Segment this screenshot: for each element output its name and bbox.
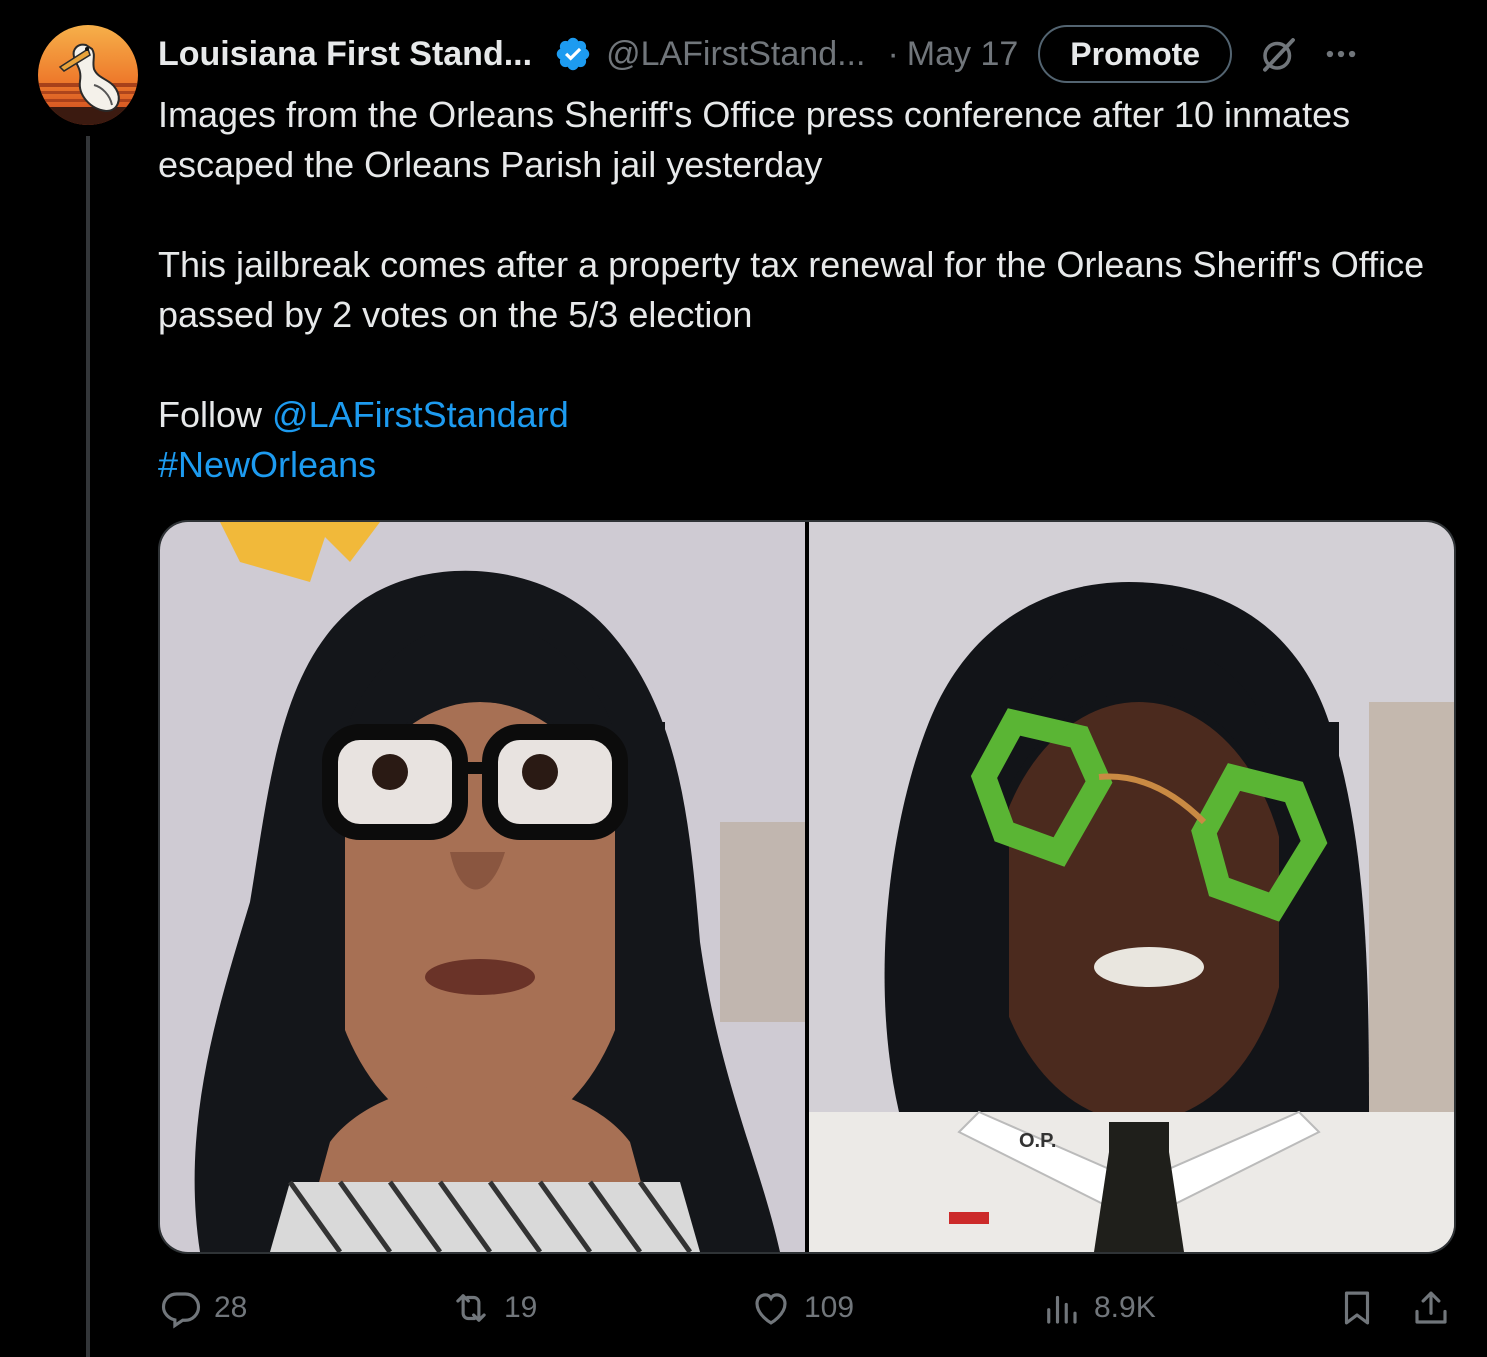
author-handle[interactable]: @LAFirstStand...	[606, 35, 865, 74]
share-icon	[1415, 1291, 1447, 1324]
media-image-2[interactable]: O.P.	[809, 522, 1454, 1252]
tweet-header: Louisiana First Stand... @LAFirstStand..…	[158, 22, 1457, 86]
repost-icon	[456, 1294, 486, 1322]
grok-icon[interactable]	[1258, 33, 1300, 75]
pelican-sunset-avatar-icon	[38, 25, 138, 125]
promote-button[interactable]: Promote	[1038, 25, 1233, 83]
tweet-paragraph-2: This jailbreak comes after a property ta…	[158, 244, 1425, 335]
mention-link[interactable]: @LAFirstStandard	[272, 394, 569, 435]
reply-icon	[161, 1292, 201, 1329]
woman-with-black-glasses-photo	[160, 522, 805, 1252]
tweet-paragraph-1: Images from the Orleans Sheriff's Office…	[158, 94, 1351, 185]
bookmark-icon	[1344, 1291, 1370, 1325]
tweet-hashtag-line: #NewOrleans	[158, 440, 1458, 490]
like-count: 109	[804, 1291, 855, 1324]
verified-badge-icon	[556, 37, 590, 71]
tweet-date[interactable]: May 17	[907, 35, 1019, 74]
heart-icon	[755, 1293, 787, 1325]
bookmark-button[interactable]	[1336, 1280, 1378, 1336]
follow-text: Follow	[158, 394, 263, 435]
tweet-actions: 28 19 109 8.9K	[160, 1280, 1456, 1336]
tweet-text: Images from the Orleans Sheriff's Office…	[158, 90, 1458, 490]
more-icon[interactable]	[1322, 35, 1360, 73]
repost-count: 19	[504, 1291, 538, 1324]
repost-button[interactable]: 19	[450, 1280, 537, 1336]
views-button[interactable]: 8.9K	[1040, 1280, 1156, 1336]
author-display-name[interactable]: Louisiana First Stand...	[158, 35, 532, 74]
media-image-1[interactable]	[160, 522, 805, 1252]
tweet-follow-line: Follow @LAFirstStandard	[158, 390, 1458, 440]
hashtag-link[interactable]: #NewOrleans	[158, 444, 376, 485]
thread-line	[86, 136, 90, 1357]
views-count: 8.9K	[1094, 1291, 1156, 1324]
analytics-icon	[1047, 1295, 1077, 1324]
media-grid: O.P.	[158, 520, 1456, 1254]
reply-count: 28	[214, 1291, 248, 1324]
reply-button[interactable]: 28	[160, 1280, 247, 1336]
like-button[interactable]: 109	[750, 1280, 854, 1336]
tweet[interactable]: Louisiana First Stand... @LAFirstStand..…	[0, 0, 1487, 1357]
separator-dot: ·	[887, 34, 899, 73]
avatar[interactable]	[38, 25, 138, 125]
sheriff-with-green-glasses-photo: O.P.	[809, 522, 1454, 1252]
share-button[interactable]	[1410, 1280, 1452, 1336]
svg-text:O.P.: O.P.	[1019, 1130, 1056, 1152]
